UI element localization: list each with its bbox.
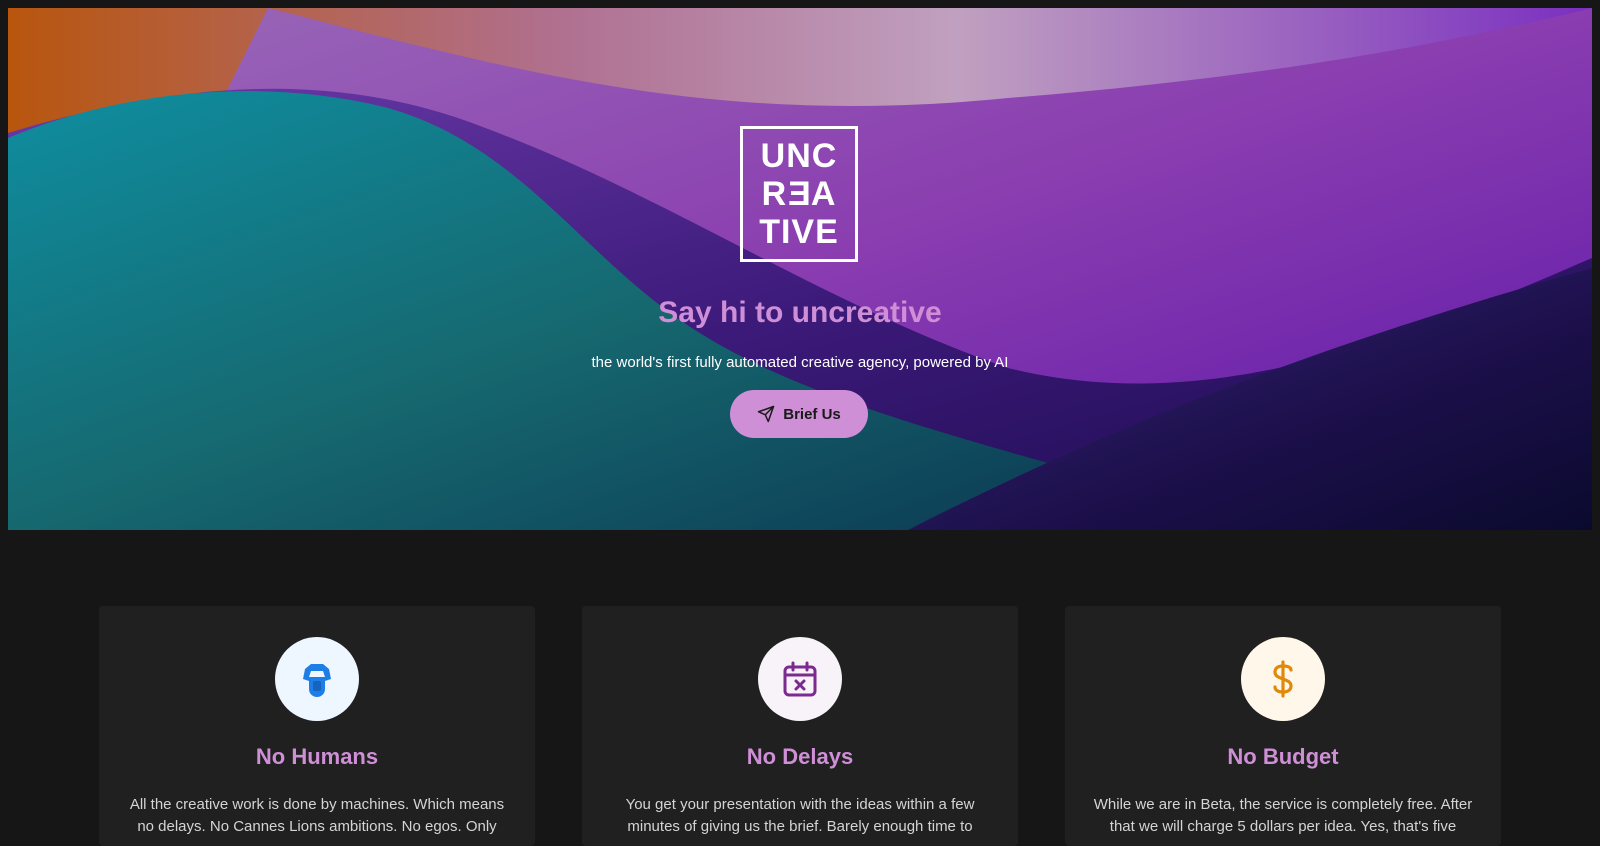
feature-icon-circle xyxy=(275,637,359,721)
hero-section: UNC REA TIVE Say hi to uncreative the wo… xyxy=(8,8,1592,530)
feature-title: No Budget xyxy=(1227,744,1339,769)
feature-card-no-humans: No Humans All the creative work is done … xyxy=(99,606,535,846)
feature-description: All the creative work is done by machine… xyxy=(129,796,505,835)
uncreative-logo: UNC REA TIVE xyxy=(740,126,858,262)
logo-line-1: UNC xyxy=(760,137,838,175)
logo-line-3: TIVE xyxy=(759,213,839,251)
feature-title: No Humans xyxy=(255,744,379,769)
calendar-x-icon xyxy=(783,661,817,697)
feature-description: While we are in Beta, the service is com… xyxy=(1093,796,1473,835)
feature-card-no-budget: No Budget While we are in Beta, the serv… xyxy=(1065,606,1501,846)
logo-letter-e-mirrored: E xyxy=(787,175,811,213)
feature-icon-circle xyxy=(1241,637,1325,721)
features-section: No Humans All the creative work is done … xyxy=(99,606,1501,846)
feature-description: You get your presentation with the ideas… xyxy=(625,796,975,835)
hero-title: Say hi to uncreative xyxy=(658,296,942,329)
send-icon xyxy=(757,405,775,423)
feature-title: No Delays xyxy=(746,744,854,769)
hero-subtitle: the world's first fully automated creati… xyxy=(591,354,1009,371)
feature-card-no-delays: No Delays You get your presentation with… xyxy=(582,606,1018,846)
brief-us-button[interactable]: Brief Us xyxy=(730,390,868,438)
logo-letter-r: R xyxy=(761,175,788,213)
logo-letter-a: A xyxy=(810,175,837,213)
brief-us-label: Brief Us xyxy=(783,405,841,423)
hero-background xyxy=(8,8,1592,530)
logo-line-2: REA xyxy=(762,175,837,213)
robot-head-icon xyxy=(303,664,331,697)
dollar-icon xyxy=(1273,660,1293,698)
feature-icon-circle xyxy=(758,637,842,721)
